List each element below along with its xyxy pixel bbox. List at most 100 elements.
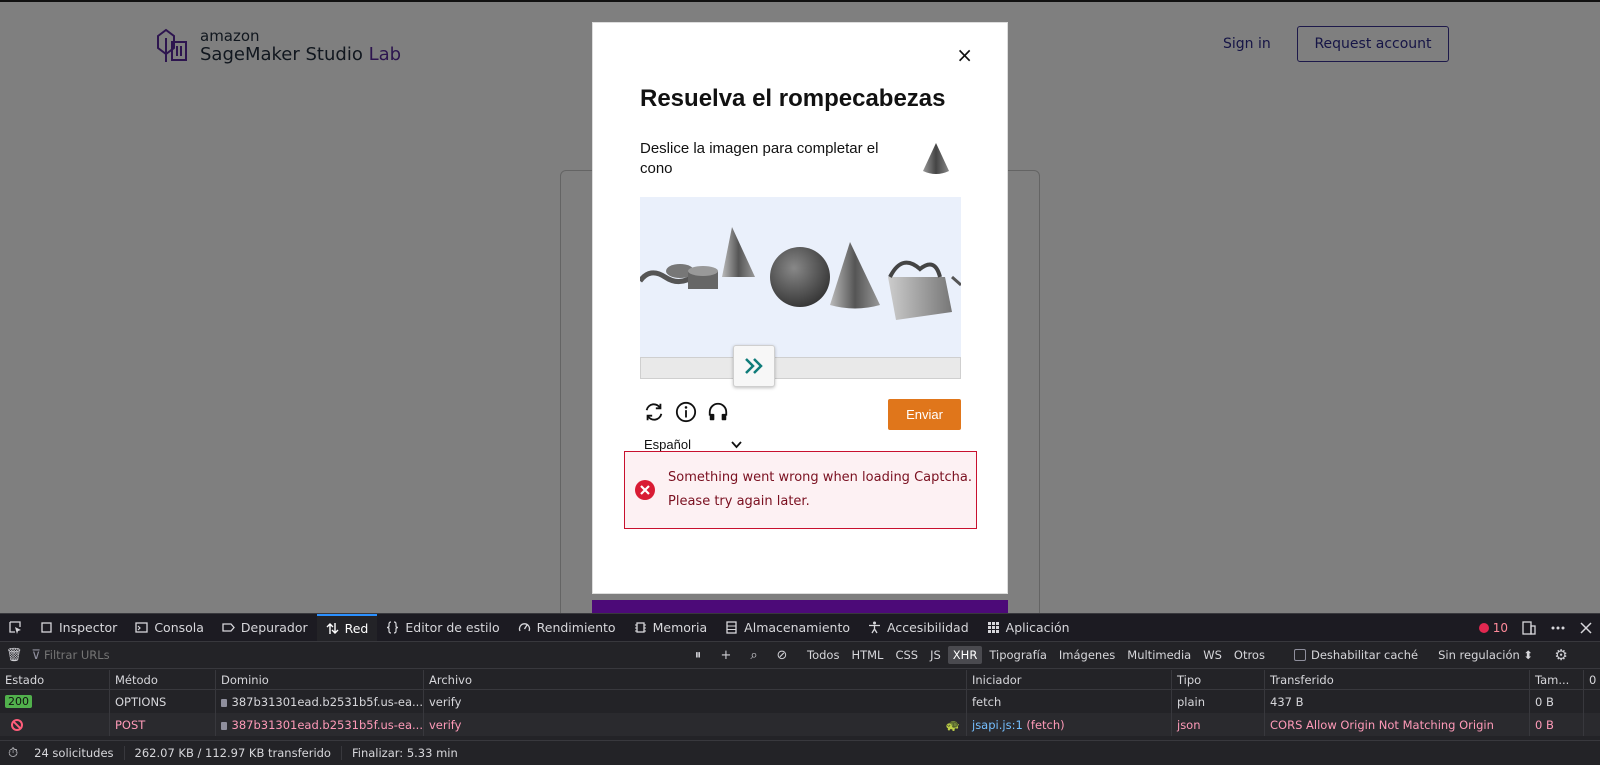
cell-file: verify (424, 690, 967, 713)
tab-network-label: Red (344, 621, 369, 636)
captcha-modal: × Resuelva el rompecabezas Deslice la im… (592, 22, 1008, 594)
stopwatch-icon: ⏱ (8, 745, 19, 761)
type-filter-all[interactable]: Todos (802, 646, 844, 664)
tab-debugger-label: Depurador (240, 620, 308, 635)
pause-icon[interactable]: ⏸ (684, 648, 712, 663)
headphones-icon[interactable] (707, 401, 729, 423)
lock-icon (221, 721, 227, 730)
disable-cache-label: Deshabilitar caché (1310, 648, 1419, 662)
type-filter-ws[interactable]: WS (1198, 646, 1227, 664)
tab-console-label: Consola (154, 620, 204, 635)
info-icon[interactable] (675, 401, 697, 423)
tab-storage[interactable]: Almacenamiento (716, 614, 859, 642)
trash-icon[interactable]: 🗑 (0, 648, 28, 663)
slider-handle[interactable] (733, 345, 775, 387)
element-picker-button[interactable] (0, 614, 31, 642)
cell-method: POST (110, 713, 216, 736)
language-value: Español (644, 437, 691, 452)
more-options-icon[interactable] (1550, 621, 1566, 635)
error-icon (635, 480, 655, 500)
col-size[interactable]: Tam... (1530, 670, 1584, 689)
console-icon (135, 622, 148, 633)
devtools-panel: Inspector Consola Depurador Red Editor d… (0, 613, 1600, 765)
picker-icon (9, 621, 21, 634)
col-file[interactable]: Archivo (424, 670, 967, 689)
tab-debugger[interactable]: Depurador (213, 614, 317, 642)
error-counter[interactable]: 10 (1478, 621, 1508, 635)
tab-style-editor-label: Editor de estilo (405, 620, 500, 635)
type-filter-html[interactable]: HTML (846, 646, 888, 664)
throttling-select[interactable]: Sin regulación ⬍ (1438, 648, 1533, 662)
block-requests-icon[interactable]: ⊘ (768, 648, 796, 663)
type-filter-xhr[interactable]: XHR (947, 646, 983, 664)
tab-inspector-label: Inspector (59, 620, 118, 635)
col-transferred[interactable]: Transferido (1265, 670, 1530, 689)
tab-inspector[interactable]: Inspector (31, 614, 126, 642)
tab-memory[interactable]: Memoria (625, 614, 717, 642)
table-row[interactable]: POST 387b31301ead.b2531b5f.us-ea... veri… (0, 713, 1600, 736)
responsive-design-icon[interactable] (1522, 621, 1536, 635)
filter-icon: ⊽ (31, 647, 41, 663)
tab-accessibility-label: Accesibilidad (887, 620, 969, 635)
close-devtools-icon[interactable] (1580, 622, 1592, 634)
refresh-icon[interactable] (643, 401, 665, 423)
type-filter-fonts[interactable]: Tipografía (984, 646, 1052, 664)
accessibility-icon (869, 621, 880, 634)
disable-cache-toggle[interactable]: Deshabilitar caché (1293, 648, 1419, 662)
type-filter-other[interactable]: Otros (1229, 646, 1270, 664)
lock-icon (221, 698, 227, 707)
cell-type: json (1172, 713, 1265, 736)
type-filter-js[interactable]: JS (925, 646, 946, 664)
modal-bottom-bar (592, 600, 1008, 613)
close-icon[interactable]: × (956, 43, 973, 67)
type-filter-images[interactable]: Imágenes (1054, 646, 1120, 664)
network-summary-bar: ⏱ 24 solicitudes 262.07 KB / 112.97 KB t… (0, 740, 1600, 765)
initiator-link[interactable]: jsapi.js:1 (972, 718, 1023, 732)
tab-console[interactable]: Consola (126, 614, 213, 642)
plus-icon[interactable]: + (712, 648, 740, 663)
cone-hint-icon (923, 143, 949, 174)
tab-application[interactable]: Aplicación (978, 614, 1079, 642)
search-icon[interactable]: ⌕ (740, 648, 768, 663)
submit-button[interactable]: Enviar (888, 399, 961, 430)
cell-domain-text: 387b31301ead.b2531b5f.us-ea... (231, 717, 423, 732)
col-status[interactable]: Estado (0, 670, 110, 689)
tab-storage-label: Almacenamiento (744, 620, 850, 635)
error-message: Something went wrong when loading Captch… (668, 470, 972, 509)
gear-icon[interactable]: ⚙ (1547, 646, 1575, 664)
col-domain[interactable]: Dominio (216, 670, 424, 689)
error-count-value: 10 (1492, 621, 1508, 635)
finish-time: Finalizar: 5.33 min (351, 746, 458, 760)
col-initiator[interactable]: Iniciador (967, 670, 1172, 689)
cell-transferred: CORS Allow Origin Not Matching Origin (1265, 713, 1530, 736)
cell-domain-text: 387b31301ead.b2531b5f.us-ea... (231, 694, 423, 709)
tab-memory-label: Memoria (652, 620, 708, 635)
filter-urls-input[interactable] (44, 645, 684, 665)
chip-icon (634, 622, 646, 633)
cell-initiator: fetch (967, 690, 1172, 713)
table-row[interactable]: 200 OPTIONS 387b31301ead.b2531b5f.us-ea.… (0, 690, 1600, 713)
cell-extra (1584, 690, 1600, 713)
language-select[interactable]: Español (644, 437, 742, 452)
tab-performance[interactable]: Rendimiento (509, 614, 625, 642)
col-method[interactable]: Método (110, 670, 216, 689)
tab-application-label: Aplicación (1005, 620, 1070, 635)
cell-transferred: 437 B (1265, 690, 1530, 713)
puzzle-image (640, 197, 961, 357)
captcha-controls (643, 401, 729, 423)
cell-domain: 387b31301ead.b2531b5f.us-ea... (216, 690, 424, 713)
tab-accessibility[interactable]: Accesibilidad (859, 614, 978, 642)
type-filter-media[interactable]: Multimedia (1122, 646, 1196, 664)
disable-cache-checkbox[interactable] (1293, 649, 1306, 661)
captcha-title: Resuelva el rompecabezas (640, 85, 946, 112)
type-filter-css[interactable]: CSS (890, 646, 923, 664)
col-type[interactable]: Tipo (1172, 670, 1265, 689)
tab-network[interactable]: Red (316, 613, 378, 642)
type-filter-tabs: Todos HTML CSS JS XHR Tipografía Imágene… (802, 646, 1270, 664)
col-extra[interactable]: 0 (1584, 670, 1600, 689)
devtools-tabbar: Inspector Consola Depurador Red Editor d… (0, 613, 1600, 642)
status-badge: 200 (5, 695, 32, 708)
tab-style-editor[interactable]: Editor de estilo (377, 614, 508, 642)
debugger-icon (222, 623, 235, 632)
slider-track[interactable] (640, 357, 961, 379)
